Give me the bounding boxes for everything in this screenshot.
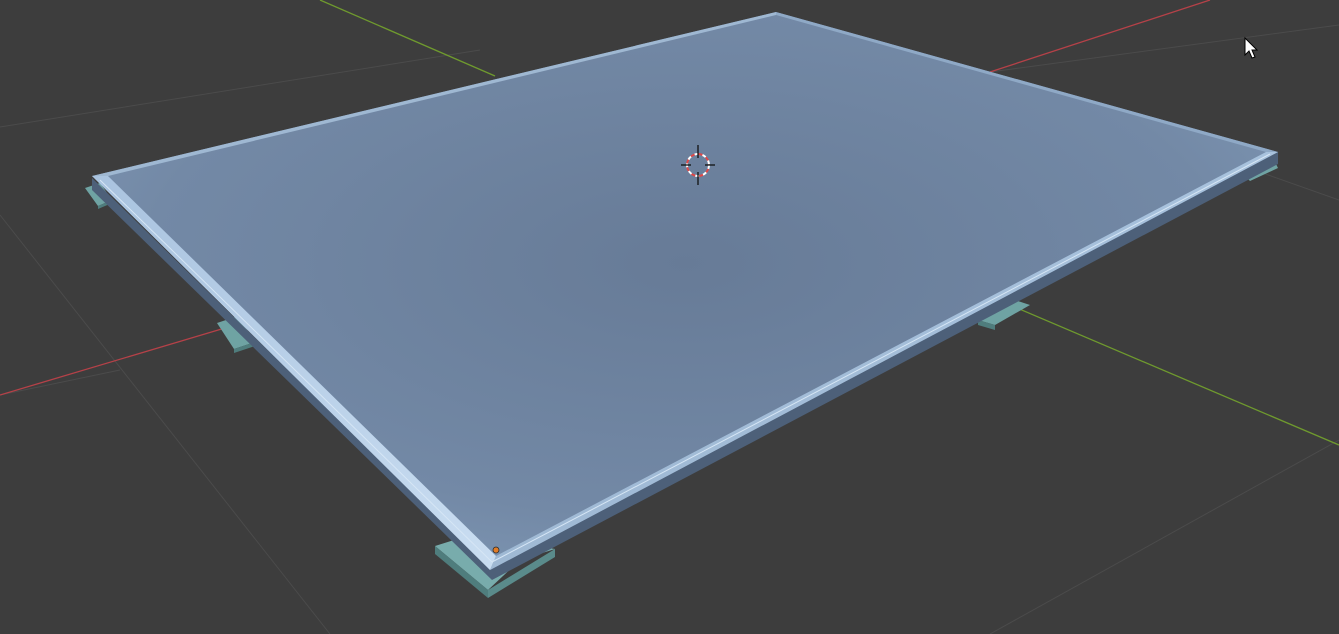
plate-top — [92, 12, 1278, 570]
viewport-canvas[interactable] — [0, 0, 1339, 634]
object-origin-dot[interactable] — [492, 546, 500, 554]
mouse-pointer-icon — [1244, 36, 1259, 59]
3d-viewport[interactable] — [0, 0, 1339, 634]
